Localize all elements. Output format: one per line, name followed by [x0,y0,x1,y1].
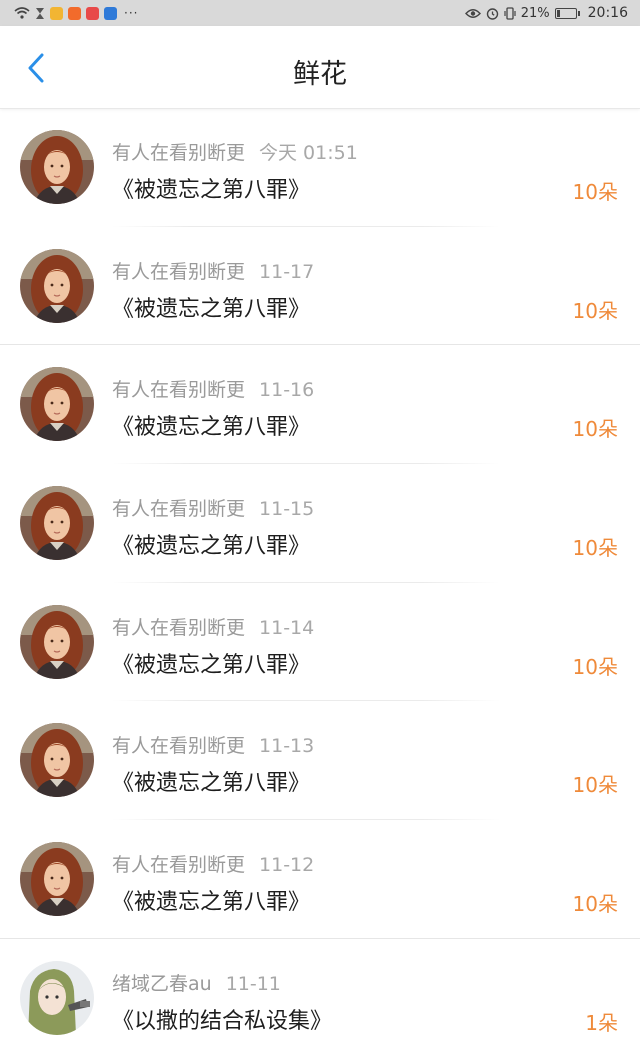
flower-count: 10朵 [572,536,618,561]
list-item[interactable]: 绪域乙春au 11-11 《以撒的结合私设集》 1朵 [0,939,640,1058]
sender-name: 有人在看别断更 [112,616,246,639]
flower-count: 1朵 [585,1010,618,1035]
girl-avatar-image [20,248,94,323]
girl-avatar-image [20,486,94,561]
status-time: 20:16 [587,5,628,21]
sender-name: 有人在看别断更 [112,379,246,402]
item-meta: 有人在看别断更 今天 01:51 [112,138,358,165]
alarm-icon [486,7,498,20]
sender-name: 绪域乙春au [112,972,212,995]
item-date: 11-17 [259,260,315,283]
list-item[interactable]: 有人在看别断更 11-12 《被遗忘之第八罪》 10朵 [0,820,640,939]
avatar[interactable] [20,367,94,442]
avatar[interactable] [20,248,94,323]
app-icon [104,6,117,20]
flower-count: 10朵 [572,654,618,679]
sender-name: 有人在看别断更 [112,142,246,164]
item-date: 11-11 [225,972,281,995]
list-item[interactable]: 有人在看别断更 11-16 《被遗忘之第八罪》 10朵 [0,345,640,465]
list-item[interactable]: 有人在看别断更 11-14 《被遗忘之第八罪》 10朵 [0,583,640,702]
book-title[interactable]: 《被遗忘之第八罪》 [112,765,310,797]
book-title[interactable]: 《被遗忘之第八罪》 [112,291,310,323]
item-date: 11-15 [259,498,315,521]
flower-count: 10朵 [572,773,618,798]
play-icon [68,6,81,20]
status-bar: ··· 21% 20:16 [0,0,640,26]
girl-avatar-image [20,130,94,204]
list-item[interactable]: 有人在看别断更 11-15 《被遗忘之第八罪》 10朵 [0,464,640,583]
status-right: 21% 20:16 [464,5,628,21]
book-title[interactable]: 《被遗忘之第八罪》 [112,409,310,441]
status-overflow: ··· [124,6,139,20]
eye-icon [464,8,481,18]
nav-bar: 鲜花 [0,26,640,109]
vibrate-icon [504,6,516,20]
item-date: 今天 01:51 [259,142,358,164]
girl-avatar-image [20,367,94,442]
status-left: ··· [14,6,138,20]
item-meta: 有人在看别断更 11-12 [112,850,314,877]
list-item[interactable]: 有人在看别断更 11-17 《被遗忘之第八罪》 10朵 [0,227,640,346]
battery-icon [554,7,580,19]
wifi-icon [14,7,30,19]
battery-level [556,9,561,17]
avatar[interactable] [20,486,94,561]
item-meta: 有人在看别断更 11-17 [112,257,314,284]
item-meta: 有人在看别断更 11-13 [112,731,314,758]
flower-count: 10朵 [572,298,618,323]
girl-avatar-image [20,604,94,679]
sender-name: 有人在看别断更 [112,498,246,521]
flower-record-list: 有人在看别断更 今天 01:51 《被遗忘之第八罪》 10朵 有人在看别断更 11-… [0,108,640,1058]
hourglass-icon [36,7,44,19]
avatar[interactable] [20,842,94,917]
book-title[interactable]: 《以撒的结合私设集》 [112,1003,332,1035]
sender-name: 有人在看别断更 [112,854,246,877]
avatar[interactable] [20,723,94,798]
girl-avatar-image [20,842,94,917]
app-icon [50,6,63,20]
book-title[interactable]: 《被遗忘之第八罪》 [112,884,310,916]
list-item[interactable]: 有人在看别断更 11-13 《被遗忘之第八罪》 10朵 [0,701,640,821]
avatar[interactable] [20,604,94,679]
item-meta: 绪域乙春au 11-11 [112,969,281,996]
item-meta: 有人在看别断更 11-16 [112,375,314,402]
sender-name: 有人在看别断更 [112,260,246,283]
battery-percent: 21% [520,5,550,21]
book-title[interactable]: 《被遗忘之第八罪》 [112,528,310,560]
item-date: 11-16 [259,379,315,402]
avatar[interactable] [20,130,94,204]
book-title[interactable]: 《被遗忘之第八罪》 [112,647,310,679]
item-meta: 有人在看别断更 11-14 [112,613,314,640]
sender-name: 有人在看别断更 [112,735,246,758]
item-date: 11-14 [259,616,315,639]
girl-avatar-image [20,723,94,798]
book-title[interactable]: 《被遗忘之第八罪》 [112,172,310,204]
flower-count: 10朵 [572,180,618,204]
app-icon [86,6,99,20]
list-item[interactable]: 有人在看别断更 今天 01:51 《被遗忘之第八罪》 10朵 [0,108,640,227]
page-title: 鲜花 [293,59,347,90]
item-date: 11-13 [259,735,315,758]
item-meta: 有人在看别断更 11-15 [112,494,314,521]
flower-count: 10朵 [572,417,618,442]
item-date: 11-12 [259,854,315,877]
flower-count: 10朵 [572,892,618,917]
